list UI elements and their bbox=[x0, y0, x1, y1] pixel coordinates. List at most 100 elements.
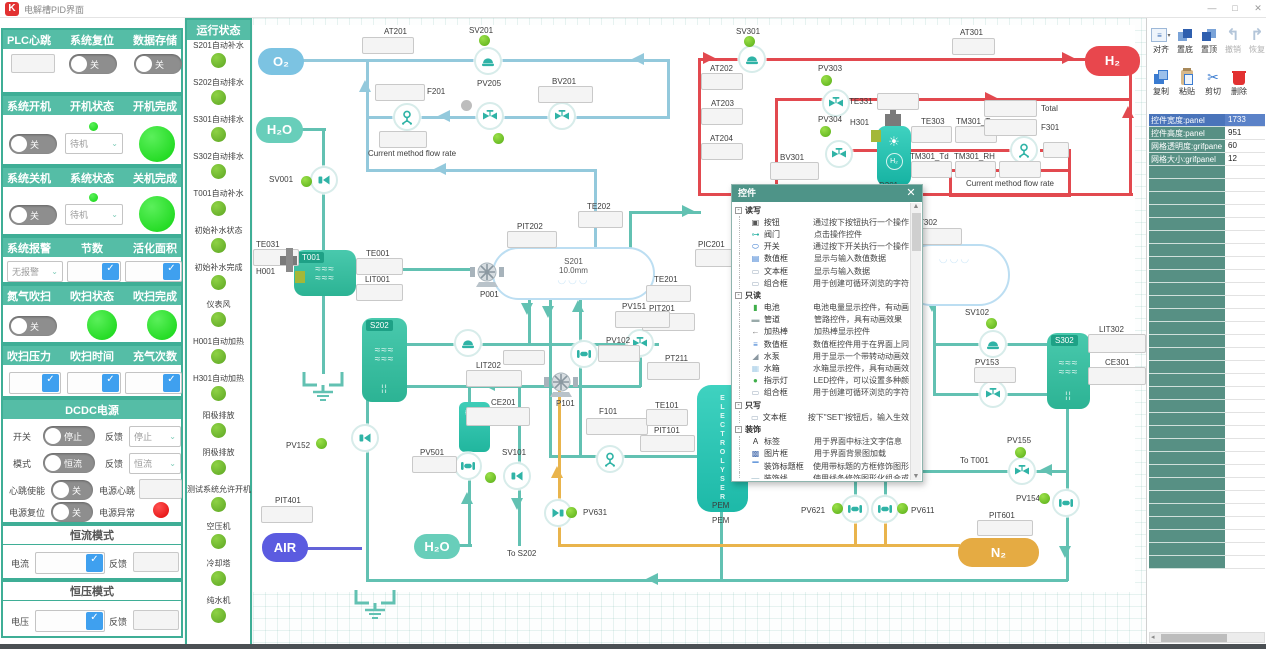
value-input-with-confirm[interactable]: ✓ bbox=[125, 261, 182, 282]
palette-item[interactable]: ▭文本框显示与输入数据 bbox=[739, 265, 909, 277]
separator-S201[interactable]: S20110.0mm◡◡◡ bbox=[492, 247, 655, 300]
field-input-TE303[interactable] bbox=[911, 126, 952, 143]
valve-SV102[interactable] bbox=[979, 330, 1007, 358]
field-input-unlabeled[interactable] bbox=[999, 161, 1041, 178]
confirm-check-button[interactable]: ✓ bbox=[163, 263, 180, 280]
palette-item[interactable]: ≡数值框数值框控件用于在界面上同 bbox=[739, 338, 909, 350]
valve-PV621[interactable] bbox=[841, 495, 869, 523]
palette-group[interactable]: -读写 bbox=[734, 204, 909, 216]
property-row[interactable]: 网格透明度:grifpane60 bbox=[1149, 140, 1265, 153]
field-input-PIT401[interactable] bbox=[261, 506, 313, 523]
toolbar-paste-button[interactable]: 粘贴 bbox=[1175, 68, 1199, 97]
palette-item[interactable]: ▩图片框用于界面背景图加载 bbox=[739, 448, 909, 460]
dropdown-select[interactable]: 停止⌄ bbox=[129, 426, 181, 447]
field-input-LIT302[interactable] bbox=[1088, 334, 1146, 353]
value-input-with-confirm[interactable]: ✓ bbox=[67, 372, 121, 394]
valve-F201[interactable] bbox=[393, 103, 421, 131]
field-input-PV151[interactable] bbox=[615, 311, 670, 328]
field-input-PV501[interactable] bbox=[412, 456, 457, 473]
field-input-TM301_Td[interactable] bbox=[911, 161, 952, 178]
dryer-H301[interactable]: ☀H₂ bbox=[877, 126, 911, 186]
palette-item[interactable]: ⊶阀门点击操作控件 bbox=[739, 228, 909, 240]
valve-V-S202[interactable] bbox=[454, 329, 482, 357]
field-input-unlabeled[interactable] bbox=[379, 131, 427, 148]
field-input-PIT101[interactable] bbox=[640, 435, 695, 452]
valve-PV303[interactable] bbox=[822, 89, 850, 117]
field-input-PV153[interactable] bbox=[974, 367, 1016, 383]
confirm-check-button[interactable]: ✓ bbox=[102, 374, 119, 392]
toggle-switch[interactable]: 停止 bbox=[43, 426, 95, 446]
value-input-with-confirm[interactable]: ✓ bbox=[35, 552, 105, 574]
palette-item[interactable]: ▭组合框用于创建可循环浏览的字符 bbox=[739, 277, 909, 289]
pump-P101[interactable] bbox=[544, 368, 578, 398]
valve-PV153[interactable] bbox=[979, 380, 1007, 408]
toolbar-align-button[interactable]: ≡▾对齐 bbox=[1149, 26, 1173, 55]
dropdown-select[interactable]: 恒流⌄ bbox=[129, 453, 181, 474]
plc-heartbeat-input[interactable] bbox=[11, 54, 55, 73]
valve-F101[interactable] bbox=[596, 445, 624, 473]
value-input-with-confirm[interactable]: ✓ bbox=[35, 610, 105, 632]
field-input-TE331[interactable] bbox=[877, 93, 919, 110]
toolbar-cut-button[interactable]: ✂剪切 bbox=[1201, 68, 1225, 97]
field-input-AT203[interactable] bbox=[701, 108, 743, 125]
field-input-CE201[interactable] bbox=[466, 407, 530, 426]
tank-S202[interactable]: S202≈≈≈≈≈≈¦¦ bbox=[362, 318, 407, 402]
palette-tree[interactable]: -读写▣按钮通过按下按钮执行一个操作⊶阀门点击操作控件⬭开关通过按下开关执行一个… bbox=[734, 204, 909, 479]
property-value[interactable]: 1733 bbox=[1225, 114, 1265, 127]
palette-close-icon[interactable]: ✕ bbox=[903, 185, 919, 202]
valve-SV301[interactable] bbox=[738, 45, 766, 73]
field-input-PT211[interactable] bbox=[647, 362, 700, 380]
toggle-switch[interactable]: 关 bbox=[9, 134, 57, 154]
valve-F301[interactable] bbox=[1010, 136, 1038, 164]
palette-item[interactable]: ▦水箱水箱显示控件，具有动画效 bbox=[739, 362, 909, 374]
toggle-switch[interactable]: 关 bbox=[9, 316, 57, 336]
confirm-check-button[interactable]: ✓ bbox=[86, 554, 103, 572]
pump-P001[interactable] bbox=[470, 258, 504, 288]
field-input-LIT202[interactable] bbox=[466, 370, 522, 387]
tank-S302[interactable]: S302≈≈≈≈≈≈¦¦ bbox=[1047, 333, 1090, 409]
valve-PV154[interactable] bbox=[1052, 489, 1080, 517]
valve-PV152[interactable] bbox=[351, 424, 379, 452]
field-input-AT201[interactable] bbox=[362, 37, 414, 54]
toggle-switch[interactable]: 关 bbox=[69, 54, 117, 74]
palette-item[interactable]: ▭组合框用于创建可循环浏览的字符 bbox=[739, 387, 909, 399]
dropdown-select[interactable]: 无报警⌄ bbox=[7, 261, 63, 282]
valve-PV611[interactable] bbox=[871, 495, 899, 523]
palette-group[interactable]: -只写 bbox=[734, 399, 909, 411]
field-input-F101[interactable] bbox=[586, 418, 648, 435]
value-input-with-confirm[interactable]: ✓ bbox=[9, 372, 61, 394]
scrollbar-thumb[interactable] bbox=[1161, 634, 1227, 642]
toggle-switch[interactable]: 关 bbox=[51, 502, 93, 522]
palette-item[interactable]: ▤数值框显示与输入数值数据 bbox=[739, 253, 909, 265]
current-fb-input[interactable] bbox=[133, 552, 179, 572]
field-input-TE202[interactable] bbox=[578, 211, 623, 228]
palette-item[interactable]: ●指示灯LED控件，可以设置多种颜 bbox=[739, 375, 909, 387]
toggle-switch[interactable]: 关 bbox=[9, 205, 57, 225]
palette-item[interactable]: ▬管道管路控件，具有动画效果 bbox=[739, 314, 909, 326]
palette-item[interactable]: —装饰线使用线条修饰图形化组合或 bbox=[739, 472, 909, 479]
design-canvas[interactable]: O₂H₂OH₂AIRH₂ON₂T001≈≈≈≈≈≈S202≈≈≈≈≈≈¦¦S30… bbox=[253, 18, 1146, 649]
voltage-fb-input[interactable] bbox=[133, 610, 179, 630]
palette-item[interactable]: ▮电池电池电量显示控件，有动画 bbox=[739, 302, 909, 314]
confirm-check-button[interactable]: ✓ bbox=[102, 263, 119, 280]
palette-scrollbar[interactable]: ▲▼ bbox=[910, 203, 921, 480]
widget-palette-window[interactable]: 控件 ✕ -读写▣按钮通过按下按钮执行一个操作⊶阀门点击操作控件⬭开关通过按下开… bbox=[731, 184, 923, 482]
value-input-with-confirm[interactable]: ✓ bbox=[67, 261, 121, 282]
toggle-switch[interactable]: 恒流 bbox=[43, 453, 95, 473]
property-row[interactable]: 控件宽度:panel1733 bbox=[1149, 114, 1265, 127]
valve-SV001[interactable] bbox=[310, 166, 338, 194]
dropdown-select[interactable]: 待机⌄ bbox=[65, 204, 123, 225]
field-input-unlabeled[interactable] bbox=[1043, 142, 1069, 158]
field-input-AT204[interactable] bbox=[701, 143, 743, 160]
property-row[interactable]: 网格大小:grifpanel12 bbox=[1149, 153, 1265, 166]
toggle-switch[interactable]: 关 bbox=[134, 54, 182, 74]
field-input-TE201[interactable] bbox=[646, 285, 691, 302]
palette-item[interactable]: A标签用于界面中标注文字信息 bbox=[739, 436, 909, 448]
tree-expand-icon[interactable]: - bbox=[735, 207, 742, 214]
valve-SV101[interactable] bbox=[503, 462, 531, 490]
field-input-PV102[interactable] bbox=[598, 345, 640, 362]
palette-item[interactable]: ▣按钮通过按下按钮执行一个操作 bbox=[739, 216, 909, 228]
dropdown-select[interactable]: 待机⌄ bbox=[65, 133, 123, 154]
tree-expand-icon[interactable]: - bbox=[735, 402, 742, 409]
toolbar-delete-button[interactable]: 删除 bbox=[1227, 68, 1251, 97]
